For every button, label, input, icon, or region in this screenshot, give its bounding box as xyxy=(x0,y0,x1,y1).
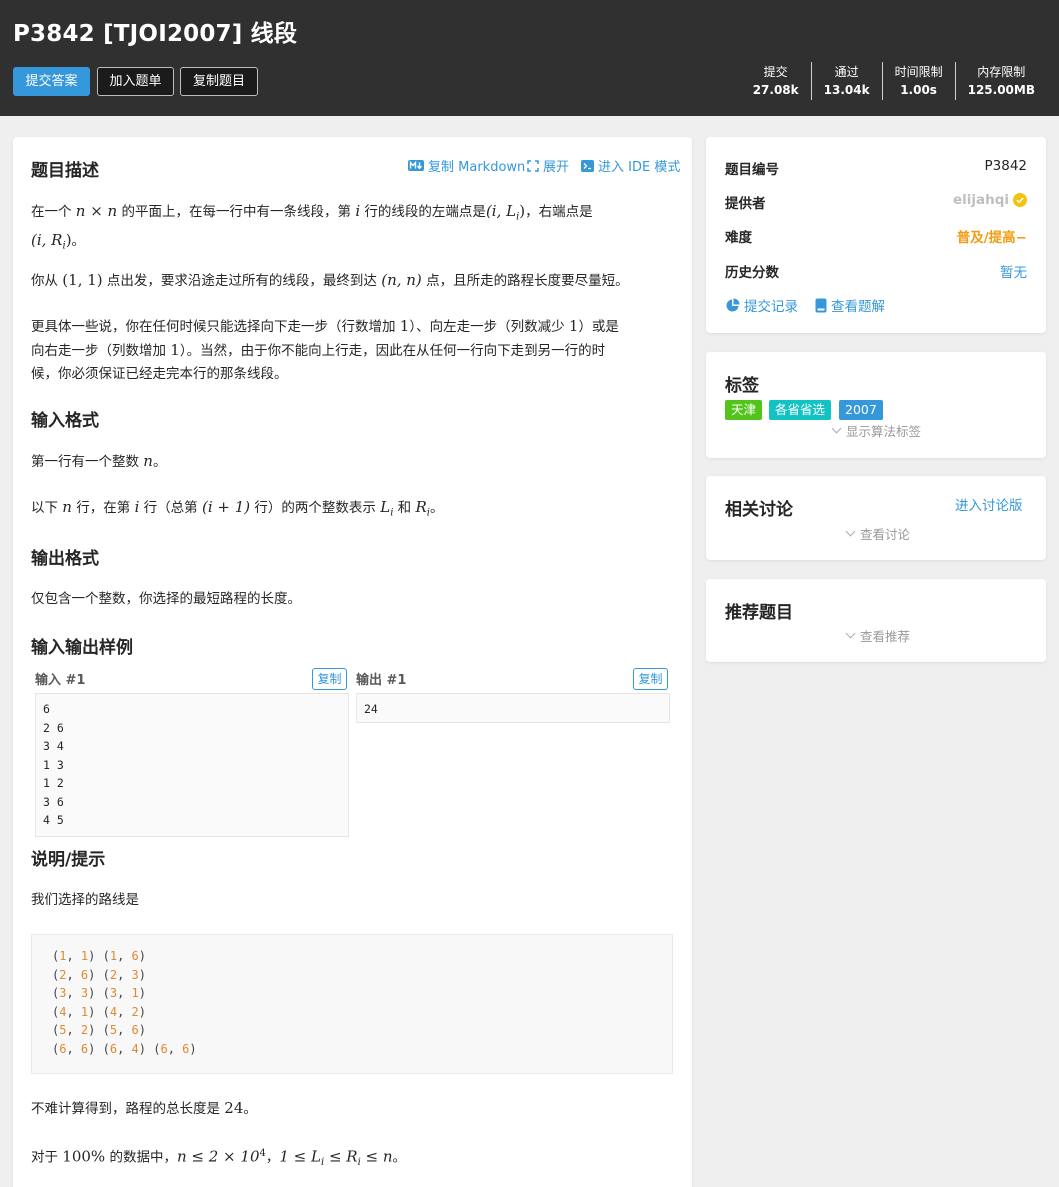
enter-discussion-link[interactable]: 进入讨论版 xyxy=(955,495,1023,518)
book-icon xyxy=(815,298,827,312)
hint-paragraph-1: 我们选择的路线是 xyxy=(31,892,139,908)
chevron-down-icon xyxy=(831,423,842,434)
section-title-samples: 输入输出样例 xyxy=(31,638,133,658)
tag-provincial-selection[interactable]: 各省省选 xyxy=(769,400,832,420)
terminal-icon xyxy=(581,159,594,172)
markdown-icon xyxy=(408,160,424,171)
discussion-title: 相关讨论 xyxy=(725,500,793,520)
recommend-title: 推荐题目 xyxy=(725,603,793,623)
route-line: (6, 6) (6, 4) (6, 6) xyxy=(52,1041,197,1056)
info-key-difficulty: 难度 xyxy=(725,230,752,246)
view-solution-link[interactable]: 查看题解 xyxy=(815,295,885,315)
input-paragraph-1: 第一行有一个整数 n。 xyxy=(31,452,167,470)
info-key-id: 题目编号 xyxy=(725,162,779,178)
output-paragraph: 仅包含一个整数，你选择的最短路程的长度。 xyxy=(31,591,301,607)
submit-answer-button[interactable]: 提交答案 xyxy=(13,67,90,96)
view-discussion-toggle[interactable]: 查看讨论 xyxy=(845,524,910,543)
hint-paragraph-2: 不难计算得到，路程的总长度是 24。 xyxy=(31,1099,257,1117)
route-line: (3, 3) (3, 1) xyxy=(52,986,147,1000)
stat-memory-limit: 内存限制 125.00MB xyxy=(954,62,1059,100)
description-paragraph-2: 你从 (1, 1) 点出发，要求沿途走过所有的线段，最终到达 (n, n) 点，… xyxy=(31,271,629,289)
submit-record-link[interactable]: 提交记录 xyxy=(725,295,798,315)
section-title-description: 题目描述 xyxy=(31,161,99,181)
stat-time-limit: 时间限制 1.00s xyxy=(881,62,955,100)
ide-mode-link[interactable]: 进入 IDE 模式 xyxy=(581,156,680,175)
problem-header: P3842 [TJOI2007] 线段 提交答案 加入题单 复制题目 提交 27.… xyxy=(0,0,1059,116)
tags-title: 标签 xyxy=(725,376,759,396)
show-algorithm-tags-toggle[interactable]: 显示算法标签 xyxy=(831,421,921,440)
provider-user-link[interactable]: elijahqi xyxy=(953,192,1027,208)
description-paragraph-1: 在一个 n × n 的平面上，在每一行中有一条线段，第 i 行的线段的左端点是(… xyxy=(31,202,593,252)
chevron-down-icon xyxy=(845,526,856,537)
sample-input-box[interactable]: 6 2 6 3 4 1 3 1 2 3 6 4 5 xyxy=(35,693,349,837)
info-key-provider: 提供者 xyxy=(725,196,766,212)
copy-problem-button[interactable]: 复制题目 xyxy=(180,67,258,96)
pie-chart-icon xyxy=(726,298,740,311)
add-to-list-button[interactable]: 加入题单 xyxy=(97,67,174,96)
difficulty-badge[interactable]: 普及/提高− xyxy=(957,226,1027,246)
copy-markdown-link[interactable]: 复制 Markdown xyxy=(408,156,525,175)
stat-submissions: 提交 27.08k xyxy=(752,64,799,97)
sample-output-box[interactable]: 24 xyxy=(356,693,670,723)
input-paragraph-2: 以下 n 行，在第 i 行（总第 (i + 1) 行）的两个整数表示 Li 和 … xyxy=(31,498,444,519)
view-recommend-toggle[interactable]: 查看推荐 xyxy=(845,626,910,645)
sample-output-label: 输出 #1 xyxy=(356,673,407,688)
tag-2007[interactable]: 2007 xyxy=(839,400,883,420)
info-value-id: P3842 xyxy=(984,158,1028,174)
tag-tianjin[interactable]: 天津 xyxy=(725,400,763,420)
chevron-down-icon xyxy=(845,628,856,639)
section-title-output: 输出格式 xyxy=(31,549,99,569)
stat-accepted: 通过 13.04k xyxy=(810,62,882,100)
copy-sample-input-button[interactable]: 复制 xyxy=(312,668,347,690)
copy-sample-output-button[interactable]: 复制 xyxy=(633,668,668,690)
route-line: (4, 1) (4, 2) xyxy=(52,1004,147,1019)
section-title-hint: 说明/提示 xyxy=(31,850,106,870)
info-value-history: 暂无 xyxy=(1000,265,1027,281)
route-line: (1, 1) (1, 6) xyxy=(52,949,147,963)
expand-icon xyxy=(527,159,539,172)
verified-badge-icon xyxy=(1013,193,1027,207)
route-code-block: (1, 1) (1, 6) (2, 6) (2, 3) (3, 3) (3, 1) (… xyxy=(31,934,673,1074)
route-line: (5, 2) (5, 6) xyxy=(52,1023,147,1037)
expand-link[interactable]: 展开 xyxy=(527,156,569,175)
hint-paragraph-3: 对于 100% 的数据中，n ≤ 2 × 104，1 ≤ Li ≤ Ri ≤ n… xyxy=(31,1147,407,1169)
route-line: (2, 6) (2, 3) xyxy=(52,967,147,982)
page-title: P3842 [TJOI2007] 线段 xyxy=(13,21,298,47)
info-key-history: 历史分数 xyxy=(725,265,779,281)
sample-input-label: 输入 #1 xyxy=(35,673,86,688)
problem-stats: 提交 27.08k 通过 13.04k 时间限制 1.00s 内存限制 125.00MB xyxy=(741,62,1059,100)
description-paragraph-3: 更具体一些说，你在任何时候只能选择向下走一步（行数增加 1）、向左走一步（列数减… xyxy=(31,317,619,382)
section-title-input: 输入格式 xyxy=(31,411,99,431)
